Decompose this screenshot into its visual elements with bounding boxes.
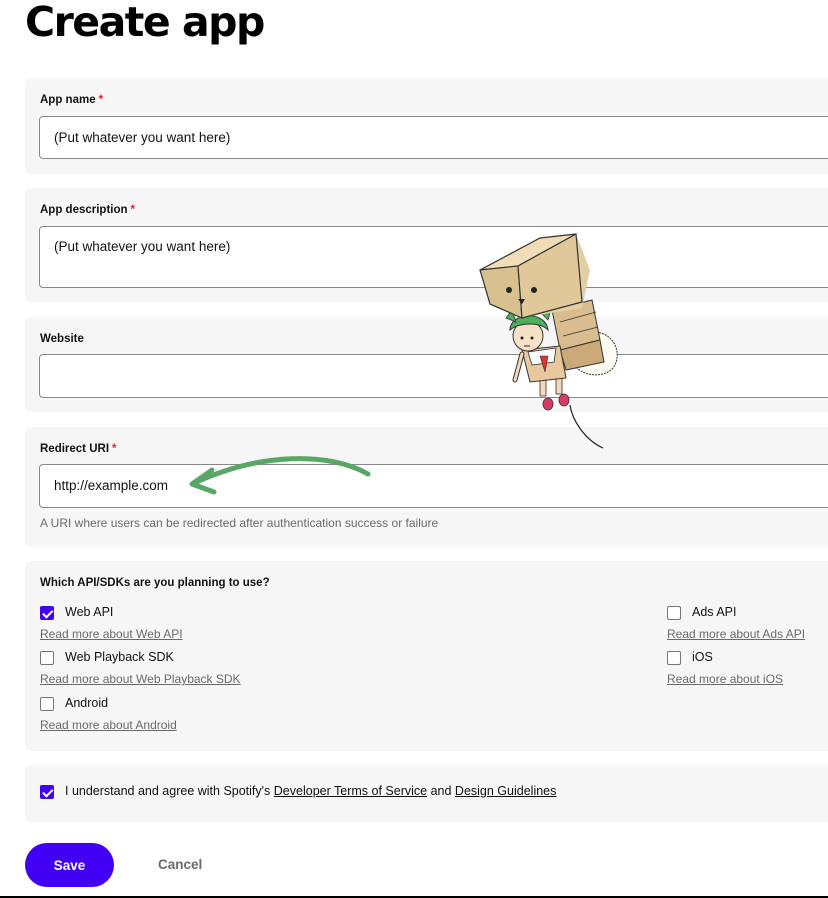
required-mark: * bbox=[130, 204, 136, 216]
redirect-uri-hint: A URI where users can be redirected afte… bbox=[40, 516, 439, 530]
web-playback-sdk-read-more-link[interactable]: Read more about Web Playback SDK bbox=[40, 672, 241, 686]
redirect-uri-value: http://example.com bbox=[54, 478, 169, 493]
web-playback-sdk-checkbox[interactable] bbox=[40, 651, 54, 665]
android-read-more-link[interactable]: Read more about Android bbox=[40, 718, 177, 732]
ios-label: iOS bbox=[692, 650, 713, 664]
website-input[interactable] bbox=[39, 354, 828, 398]
agreement-and: and bbox=[430, 784, 452, 798]
app-description-value: (Put whatever you want here) bbox=[54, 239, 231, 254]
app-description-textarea[interactable]: (Put whatever you want here) bbox=[39, 226, 828, 288]
ios-read-more-link[interactable]: Read more about iOS bbox=[667, 672, 783, 686]
required-mark: * bbox=[112, 443, 117, 455]
web-api-checkbox[interactable] bbox=[40, 606, 54, 620]
redirect-uri-label-text: Redirect URI bbox=[40, 443, 110, 455]
app-name-label: App name * bbox=[40, 94, 103, 106]
app-name-value: (Put whatever you want here) bbox=[54, 130, 231, 145]
app-name-label-text: App name bbox=[40, 94, 96, 106]
agreement-prefix: I understand and agree with Spotify's bbox=[65, 784, 271, 798]
cancel-button[interactable]: Cancel bbox=[158, 857, 202, 872]
app-description-label-text: App description bbox=[40, 204, 128, 216]
api-sdk-card: Which API/SDKs are you planning to use? … bbox=[25, 561, 828, 751]
api-sdk-question: Which API/SDKs are you planning to use? bbox=[40, 577, 270, 589]
ios-checkbox[interactable] bbox=[667, 651, 681, 665]
android-checkbox[interactable] bbox=[40, 697, 54, 711]
agree-checkbox[interactable] bbox=[40, 785, 54, 799]
website-label: Website bbox=[40, 333, 84, 345]
web-api-label: Web API bbox=[65, 605, 114, 619]
developer-terms-link[interactable]: Developer Terms of Service bbox=[274, 784, 427, 798]
ads-api-checkbox[interactable] bbox=[667, 606, 681, 620]
android-label: Android bbox=[65, 696, 109, 710]
design-guidelines-link[interactable]: Design Guidelines bbox=[455, 784, 556, 798]
web-api-read-more-link[interactable]: Read more about Web API bbox=[40, 627, 183, 641]
page-title: Create app bbox=[25, 0, 265, 46]
required-mark: * bbox=[98, 94, 104, 106]
app-name-input[interactable]: (Put whatever you want here) bbox=[39, 116, 828, 159]
agreement-text: I understand and agree with Spotify's De… bbox=[65, 784, 556, 798]
redirect-uri-input[interactable]: http://example.com bbox=[39, 464, 828, 508]
redirect-uri-card: Redirect URI * http://example.com A URI w… bbox=[25, 427, 828, 547]
app-description-label: App description * bbox=[40, 204, 135, 216]
app-name-card: App name * (Put whatever you want here) bbox=[25, 78, 828, 174]
redirect-uri-label: Redirect URI * bbox=[40, 443, 117, 455]
app-description-card: App description * (Put whatever you want … bbox=[25, 188, 828, 302]
ads-api-label: Ads API bbox=[692, 605, 737, 619]
agreement-card: I understand and agree with Spotify's De… bbox=[25, 765, 828, 822]
web-playback-sdk-label: Web Playback SDK bbox=[65, 650, 174, 664]
ads-api-read-more-link[interactable]: Read more about Ads API bbox=[667, 627, 805, 641]
save-button[interactable]: Save bbox=[25, 843, 114, 887]
website-card: Website bbox=[25, 317, 828, 412]
